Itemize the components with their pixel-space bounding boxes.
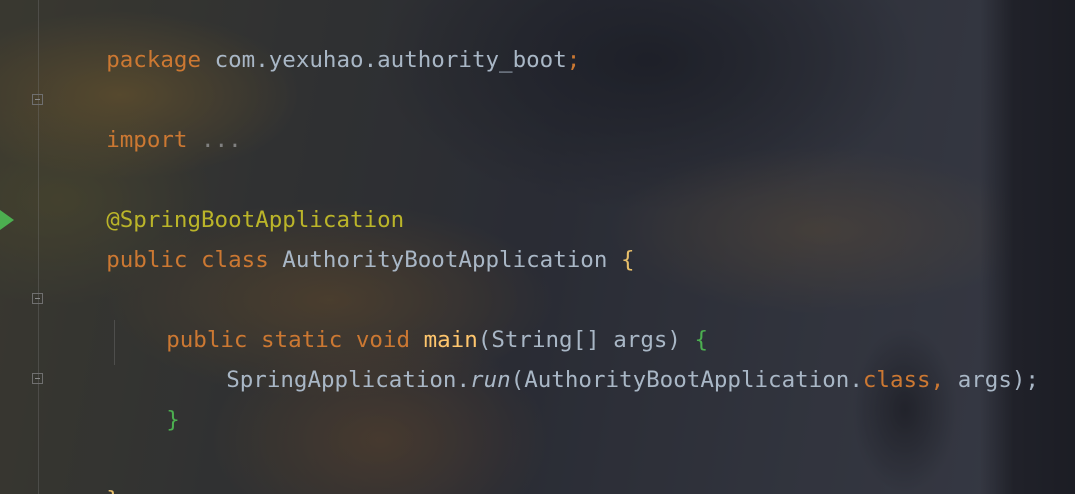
open-brace: { — [620, 247, 635, 273]
dot: . — [849, 367, 863, 393]
keyword: package — [106, 47, 202, 73]
code-line-package: package com.yexuhao.authority_boot; — [52, 0, 580, 73]
paren: ( — [510, 367, 525, 393]
class-reference: SpringApplication — [226, 367, 457, 393]
class-name: AuthorityBootApplication — [282, 247, 608, 273]
folded-imports[interactable]: ... — [201, 127, 242, 153]
close-brace: } — [106, 487, 120, 494]
fold-end-main-icon[interactable] — [32, 373, 43, 384]
code-area[interactable]: package com.yexuhao.authority_boot; impo… — [52, 0, 1039, 494]
fold-main-method-icon[interactable] — [32, 293, 43, 304]
argument: args — [957, 367, 1012, 393]
comma: , — [930, 367, 945, 393]
run-gutter-icon[interactable] — [0, 210, 14, 230]
package-name: com.yexuhao.authority_boot — [214, 47, 567, 73]
code-line-import: import ... — [52, 80, 241, 153]
keyword: import — [106, 127, 188, 153]
close-brace: } — [166, 407, 180, 433]
fold-imports-icon[interactable] — [32, 94, 43, 105]
code-line-annotation: @SpringBootApplication — [52, 160, 404, 233]
code-line-close-class: } — [52, 440, 120, 494]
close-paren-semicolon: ); — [1011, 367, 1039, 393]
keyword: class — [862, 367, 931, 393]
code-line-class-declaration: public class AuthorityBootApplication { — [52, 200, 634, 273]
dot: . — [456, 367, 471, 393]
static-method: run — [470, 367, 511, 393]
keyword: public — [106, 247, 188, 273]
keyword: class — [201, 247, 269, 273]
code-line-close-main: } — [112, 360, 180, 433]
class-reference: AuthorityBootApplication — [524, 367, 850, 393]
semicolon: ; — [566, 47, 581, 73]
code-line-main-declaration: public static void main(String[] args) { — [112, 280, 708, 353]
code-line-run-call: SpringApplication.run(AuthorityBootAppli… — [172, 320, 1039, 393]
gutter-divider — [38, 0, 39, 494]
